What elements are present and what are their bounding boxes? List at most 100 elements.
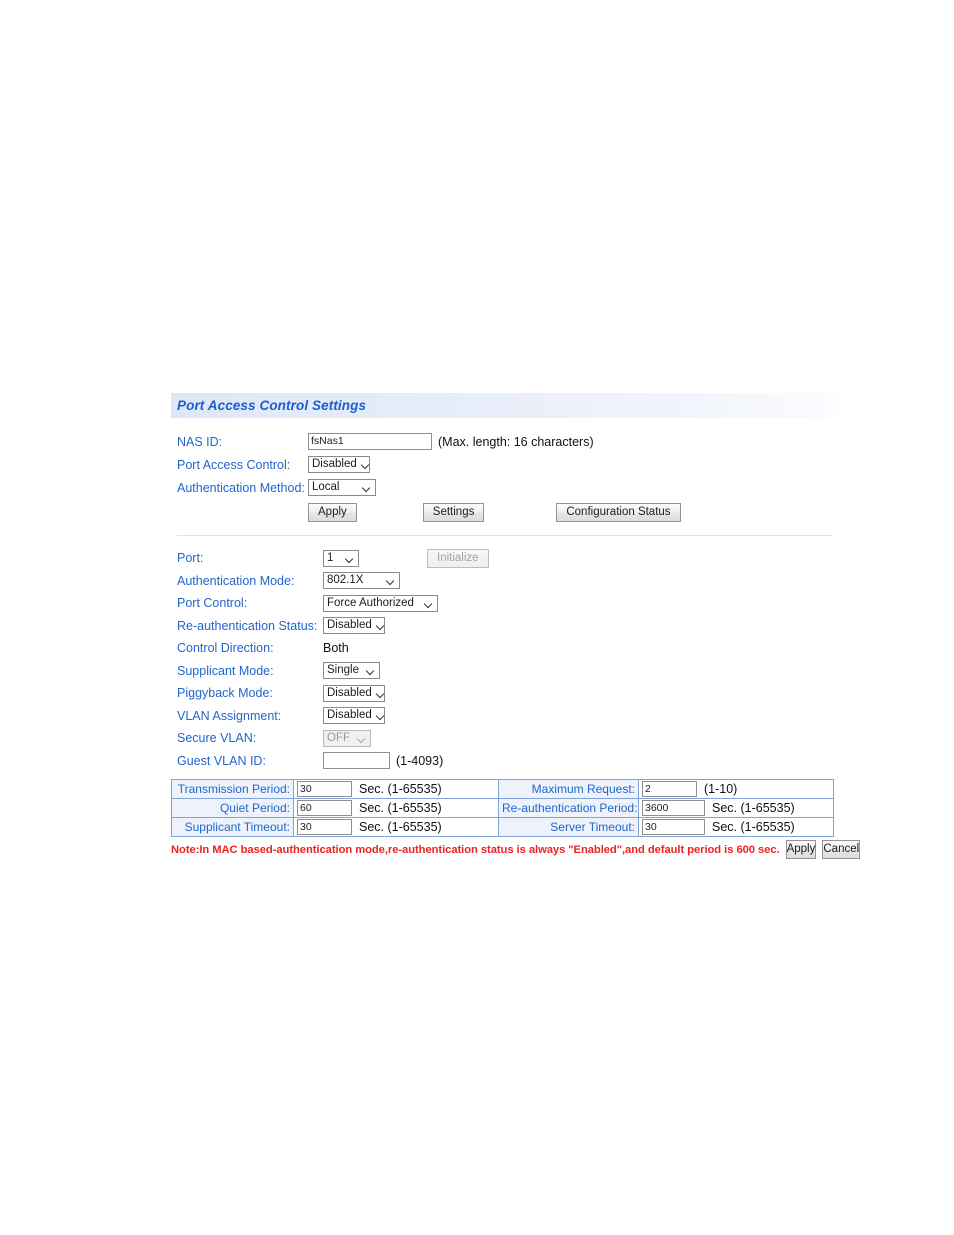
vlan-assignment-value-wrap: Disabled — [323, 707, 386, 725]
secure-vlan-row: Secure VLAN: OFF — [171, 727, 839, 750]
transmission-period-input[interactable] — [297, 781, 352, 797]
transmission-period-unit: Sec. (1-65535) — [359, 782, 442, 796]
chevron-down-icon — [358, 734, 367, 743]
chevron-down-icon — [367, 666, 376, 675]
piggyback-mode-label: Piggyback Mode: — [177, 686, 273, 701]
settings-button[interactable]: Settings — [422, 503, 485, 522]
table-row: Transmission Period: Sec. (1-65535) Maxi… — [171, 779, 834, 799]
secure-vlan-select[interactable]: OFF — [323, 729, 371, 747]
port-row: Port: 1 Initialize — [171, 547, 839, 570]
supplicant-timeout-unit: Sec. (1-65535) — [359, 820, 442, 834]
nas-id-input[interactable] — [308, 433, 432, 450]
port-settings-section: Port: 1 Initialize Authentication Mode: … — [171, 536, 839, 772]
apply-button[interactable]: Apply — [308, 503, 357, 522]
quiet-period-cell: Sec. (1-65535) — [293, 798, 499, 818]
supplicant-mode-selected-value: Single — [327, 664, 359, 677]
piggyback-mode-value-wrap: Disabled — [323, 684, 386, 702]
authentication-mode-select[interactable]: 802.1X — [323, 572, 400, 590]
secure-vlan-label: Secure VLAN: — [177, 731, 257, 746]
authentication-mode-selected-value: 802.1X — [327, 574, 364, 587]
quiet-period-label: Quiet Period: — [171, 798, 294, 818]
footer-row: Note:In MAC based-authentication mode,re… — [171, 840, 861, 859]
port-select[interactable]: 1 — [323, 549, 359, 567]
chevron-down-icon — [363, 483, 372, 492]
footer-apply-button[interactable]: Apply — [785, 840, 817, 859]
port-access-control-select[interactable]: Disabled — [308, 456, 370, 473]
table-row: Quiet Period: Sec. (1-65535) Re-authenti… — [171, 798, 834, 818]
port-label: Port: — [177, 551, 204, 566]
supplicant-mode-row: Supplicant Mode: Single — [171, 660, 839, 683]
reauthentication-status-label: Re-authentication Status: — [177, 618, 318, 633]
supplicant-mode-label: Supplicant Mode: — [177, 663, 274, 678]
chevron-down-icon — [362, 460, 371, 469]
reauthentication-status-selected-value: Disabled — [327, 619, 372, 632]
nas-id-label: NAS ID: — [177, 434, 223, 449]
mac-auth-note: Note:In MAC based-authentication mode,re… — [171, 843, 780, 856]
port-selected-value: 1 — [327, 551, 334, 564]
guest-vlan-id-hint: (1-4093) — [396, 753, 444, 768]
quiet-period-unit: Sec. (1-65535) — [359, 801, 442, 815]
reauthentication-period-cell: Sec. (1-65535) — [638, 798, 834, 818]
timing-parameters-table: Transmission Period: Sec. (1-65535) Maxi… — [171, 779, 834, 837]
nas-id-row: NAS ID: (Max. length: 16 characters) — [171, 430, 839, 453]
vlan-assignment-selected-value: Disabled — [327, 709, 372, 722]
supplicant-timeout-label: Supplicant Timeout: — [171, 817, 294, 837]
reauthentication-period-label: Re-authentication Period: — [498, 798, 639, 818]
initialize-button-wrap: Initialize — [427, 548, 489, 568]
global-settings-section: NAS ID: (Max. length: 16 characters) Por… — [171, 418, 839, 536]
authentication-method-value-wrap: Local — [308, 479, 376, 496]
reauthentication-status-row: Re-authentication Status: Disabled — [171, 615, 839, 638]
authentication-mode-value-wrap: 802.1X — [323, 572, 400, 590]
port-control-row: Port Control: Force Authorized — [171, 592, 839, 615]
port-control-select[interactable]: Force Authorized — [323, 594, 438, 612]
control-direction-label: Control Direction: — [177, 641, 274, 656]
quiet-period-input[interactable] — [297, 800, 352, 816]
guest-vlan-id-value-wrap: (1-4093) — [323, 752, 444, 770]
reauthentication-status-select[interactable]: Disabled — [323, 617, 386, 635]
authentication-method-selected-value: Local — [312, 481, 340, 493]
nas-id-hint: (Max. length: 16 characters) — [438, 434, 594, 449]
server-timeout-label: Server Timeout: — [498, 817, 639, 837]
supplicant-mode-value-wrap: Single — [323, 662, 380, 680]
chevron-down-icon — [346, 554, 355, 563]
authentication-mode-row: Authentication Mode: 802.1X — [171, 570, 839, 593]
port-access-control-row: Port Access Control: Disabled — [171, 453, 839, 476]
reauthentication-period-input[interactable] — [642, 800, 705, 816]
footer-cancel-button[interactable]: Cancel — [822, 840, 861, 859]
maximum-request-label: Maximum Request: — [498, 779, 639, 799]
authentication-mode-label: Authentication Mode: — [177, 573, 295, 588]
reauthentication-status-value-wrap: Disabled — [323, 617, 386, 635]
vlan-assignment-label: VLAN Assignment: — [177, 708, 282, 723]
server-timeout-cell: Sec. (1-65535) — [638, 817, 834, 837]
reauthentication-period-unit: Sec. (1-65535) — [712, 801, 795, 815]
port-control-label: Port Control: — [177, 596, 248, 611]
port-access-control-label: Port Access Control: — [177, 457, 291, 472]
supplicant-mode-select[interactable]: Single — [323, 662, 380, 680]
initialize-button[interactable]: Initialize — [427, 548, 489, 568]
table-row: Supplicant Timeout: Sec. (1-65535) Serve… — [171, 817, 834, 837]
control-direction-row: Control Direction: Both — [171, 637, 839, 660]
chevron-down-icon — [377, 711, 386, 720]
vlan-assignment-row: VLAN Assignment: Disabled — [171, 705, 839, 728]
transmission-period-label: Transmission Period: — [171, 779, 294, 799]
port-access-control-value-wrap: Disabled — [308, 456, 370, 473]
port-value-wrap: 1 Initialize — [323, 548, 489, 568]
maximum-request-cell: (1-10) — [638, 779, 834, 799]
configuration-status-button[interactable]: Configuration Status — [556, 503, 681, 522]
vlan-assignment-select[interactable]: Disabled — [323, 707, 386, 725]
port-access-control-panel: Port Access Control Settings NAS ID: (Ma… — [171, 393, 861, 859]
guest-vlan-id-input[interactable] — [323, 752, 390, 770]
transmission-period-cell: Sec. (1-65535) — [293, 779, 499, 799]
server-timeout-input[interactable] — [642, 819, 705, 835]
page-canvas: Port Access Control Settings NAS ID: (Ma… — [0, 0, 954, 1235]
supplicant-timeout-cell: Sec. (1-65535) — [293, 817, 499, 837]
chevron-down-icon — [377, 689, 386, 698]
chevron-down-icon — [387, 576, 396, 585]
guest-vlan-id-row: Guest VLAN ID: (1-4093) — [171, 750, 839, 773]
piggyback-mode-select[interactable]: Disabled — [323, 684, 386, 702]
maximum-request-input[interactable] — [642, 781, 697, 797]
supplicant-timeout-input[interactable] — [297, 819, 352, 835]
authentication-method-select[interactable]: Local — [308, 479, 376, 496]
authentication-method-row: Authentication Method: Local — [171, 476, 839, 499]
chevron-down-icon — [377, 621, 386, 630]
